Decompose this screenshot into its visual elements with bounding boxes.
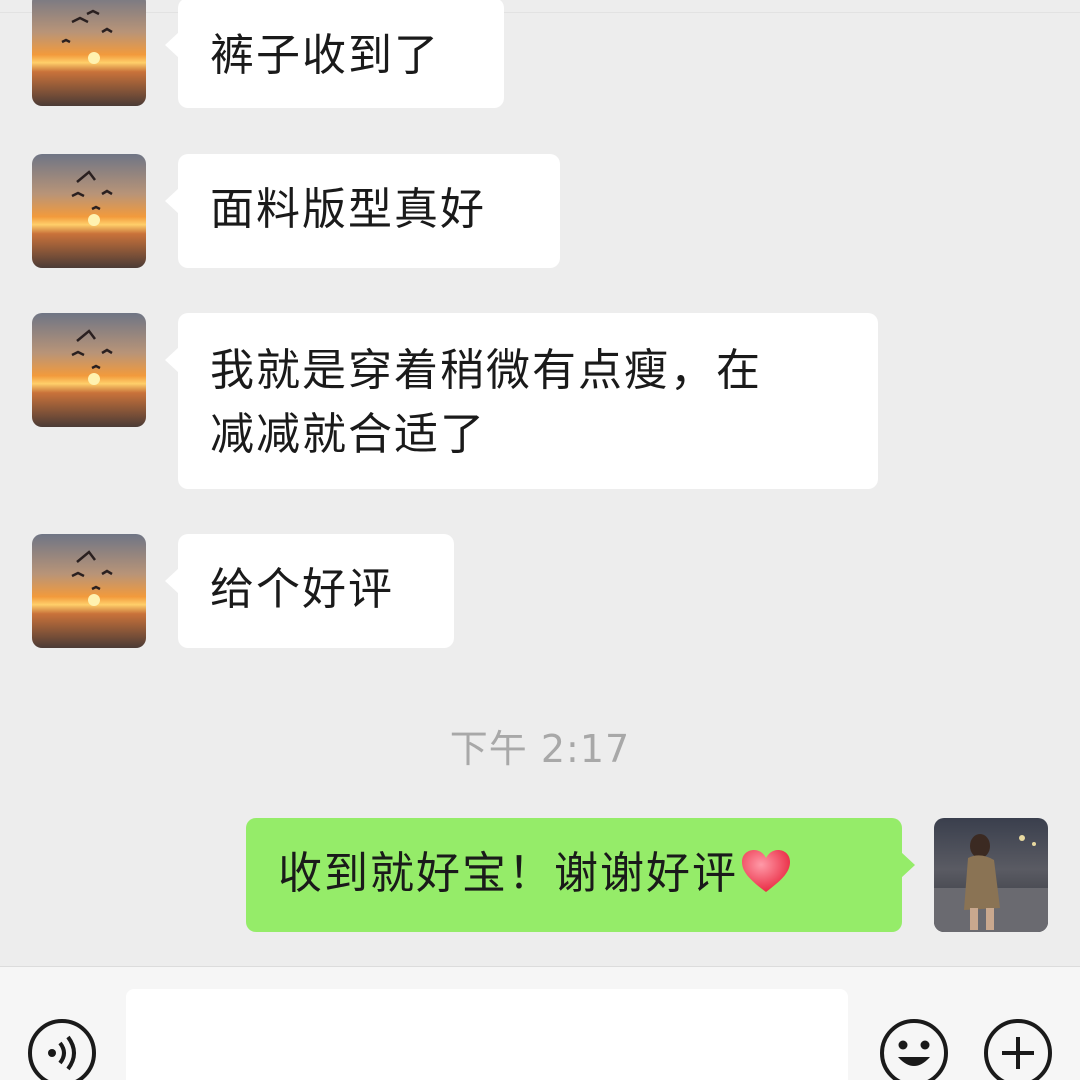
- contact-avatar[interactable]: [32, 154, 146, 268]
- contact-avatar[interactable]: [32, 0, 146, 106]
- message-bubble-outgoing[interactable]: 收到就好宝！谢谢好评: [246, 818, 915, 932]
- plus-icon[interactable]: [982, 1017, 1054, 1080]
- voice-icon[interactable]: [26, 1017, 98, 1080]
- message-bubble[interactable]: 裤子收到了: [165, 0, 504, 108]
- message-text: 给个好评: [210, 564, 394, 615]
- message-text-line: 减减就合适了: [210, 409, 486, 460]
- contact-avatar[interactable]: [32, 313, 146, 427]
- message-text-line: 我就是穿着稍微有点瘦，在: [210, 345, 762, 396]
- divider: [0, 12, 1080, 13]
- chat-screen: 裤子收到了 面料版型真好 我就是穿着稍微有点瘦，在 减减就合适了 给个好评 下午…: [0, 0, 1080, 1080]
- message-text: 收到就好宝！谢谢好评: [278, 848, 738, 899]
- self-avatar[interactable]: [934, 818, 1048, 932]
- message-input[interactable]: [126, 989, 848, 1080]
- message-bubble[interactable]: 面料版型真好: [165, 154, 560, 268]
- message-text: 面料版型真好: [210, 184, 486, 235]
- message-timestamp: 下午 2:17: [449, 727, 631, 771]
- message-bubble[interactable]: 给个好评: [165, 534, 454, 648]
- heart-emoji-icon: [740, 848, 792, 912]
- contact-avatar[interactable]: [32, 534, 146, 648]
- message-bubble[interactable]: 我就是穿着稍微有点瘦，在 减减就合适了: [165, 313, 878, 489]
- message-text: 裤子收到了: [210, 30, 440, 81]
- input-bar: [0, 966, 1080, 1080]
- emoji-smile-icon[interactable]: [878, 1017, 950, 1080]
